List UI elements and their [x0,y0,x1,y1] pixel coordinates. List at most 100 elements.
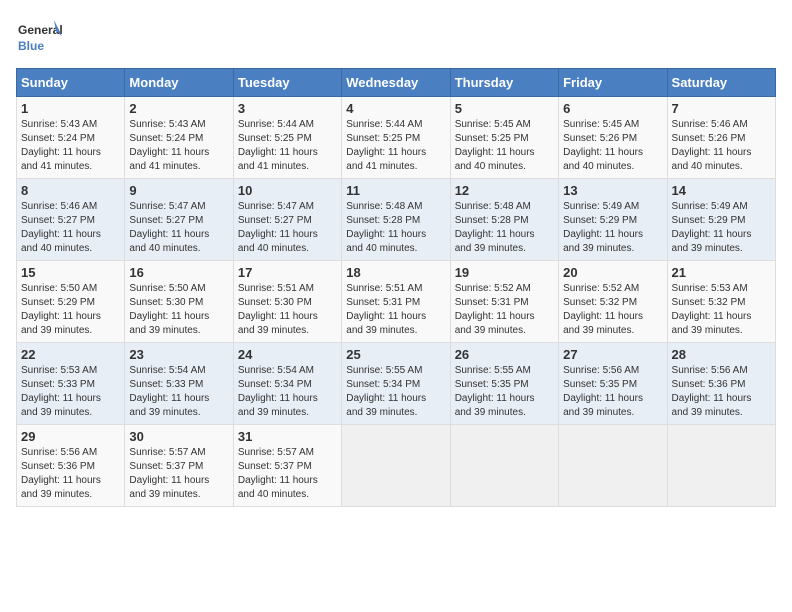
calendar-day-24: 24 Sunrise: 5:54 AMSunset: 5:34 PMDaylig… [233,343,341,425]
day-info: Sunrise: 5:50 AMSunset: 5:29 PMDaylight:… [21,283,101,336]
day-info: Sunrise: 5:54 AMSunset: 5:33 PMDaylight:… [129,365,209,418]
day-info: Sunrise: 5:46 AMSunset: 5:27 PMDaylight:… [21,201,101,254]
day-number: 30 [129,429,228,444]
day-info: Sunrise: 5:49 AMSunset: 5:29 PMDaylight:… [563,201,643,254]
day-info: Sunrise: 5:43 AMSunset: 5:24 PMDaylight:… [21,119,101,172]
calendar-day-14: 14 Sunrise: 5:49 AMSunset: 5:29 PMDaylig… [667,179,775,261]
calendar-day-13: 13 Sunrise: 5:49 AMSunset: 5:29 PMDaylig… [559,179,667,261]
day-number: 9 [129,183,228,198]
calendar-body: 1 Sunrise: 5:43 AMSunset: 5:24 PMDayligh… [17,97,776,507]
day-info: Sunrise: 5:56 AMSunset: 5:35 PMDaylight:… [563,365,643,418]
day-info: Sunrise: 5:48 AMSunset: 5:28 PMDaylight:… [455,201,535,254]
day-number: 17 [238,265,337,280]
calendar-day-11: 11 Sunrise: 5:48 AMSunset: 5:28 PMDaylig… [342,179,450,261]
day-number: 19 [455,265,554,280]
calendar-day-10: 10 Sunrise: 5:47 AMSunset: 5:27 PMDaylig… [233,179,341,261]
weekday-header-monday: Monday [125,69,233,97]
day-info: Sunrise: 5:48 AMSunset: 5:28 PMDaylight:… [346,201,426,254]
day-number: 15 [21,265,120,280]
day-number: 5 [455,101,554,116]
day-info: Sunrise: 5:57 AMSunset: 5:37 PMDaylight:… [238,447,318,500]
calendar-day-18: 18 Sunrise: 5:51 AMSunset: 5:31 PMDaylig… [342,261,450,343]
day-info: Sunrise: 5:51 AMSunset: 5:30 PMDaylight:… [238,283,318,336]
day-number: 3 [238,101,337,116]
day-info: Sunrise: 5:56 AMSunset: 5:36 PMDaylight:… [672,365,752,418]
calendar-day-19: 19 Sunrise: 5:52 AMSunset: 5:31 PMDaylig… [450,261,558,343]
day-number: 6 [563,101,662,116]
day-number: 8 [21,183,120,198]
day-info: Sunrise: 5:50 AMSunset: 5:30 PMDaylight:… [129,283,209,336]
calendar-day-31: 31 Sunrise: 5:57 AMSunset: 5:37 PMDaylig… [233,425,341,507]
day-info: Sunrise: 5:54 AMSunset: 5:34 PMDaylight:… [238,365,318,418]
calendar-week-2: 8 Sunrise: 5:46 AMSunset: 5:27 PMDayligh… [17,179,776,261]
calendar-day-29: 29 Sunrise: 5:56 AMSunset: 5:36 PMDaylig… [17,425,125,507]
day-info: Sunrise: 5:55 AMSunset: 5:34 PMDaylight:… [346,365,426,418]
calendar-day-28: 28 Sunrise: 5:56 AMSunset: 5:36 PMDaylig… [667,343,775,425]
calendar-week-3: 15 Sunrise: 5:50 AMSunset: 5:29 PMDaylig… [17,261,776,343]
day-info: Sunrise: 5:47 AMSunset: 5:27 PMDaylight:… [238,201,318,254]
calendar-day-26: 26 Sunrise: 5:55 AMSunset: 5:35 PMDaylig… [450,343,558,425]
day-info: Sunrise: 5:52 AMSunset: 5:32 PMDaylight:… [563,283,643,336]
header: General Blue [16,16,776,60]
calendar-day-17: 17 Sunrise: 5:51 AMSunset: 5:30 PMDaylig… [233,261,341,343]
weekday-header-tuesday: Tuesday [233,69,341,97]
calendar-day-23: 23 Sunrise: 5:54 AMSunset: 5:33 PMDaylig… [125,343,233,425]
day-info: Sunrise: 5:55 AMSunset: 5:35 PMDaylight:… [455,365,535,418]
calendar-day-6: 6 Sunrise: 5:45 AMSunset: 5:26 PMDayligh… [559,97,667,179]
day-number: 14 [672,183,771,198]
calendar-day-15: 15 Sunrise: 5:50 AMSunset: 5:29 PMDaylig… [17,261,125,343]
calendar-day-20: 20 Sunrise: 5:52 AMSunset: 5:32 PMDaylig… [559,261,667,343]
calendar-week-1: 1 Sunrise: 5:43 AMSunset: 5:24 PMDayligh… [17,97,776,179]
day-number: 31 [238,429,337,444]
day-number: 22 [21,347,120,362]
day-info: Sunrise: 5:45 AMSunset: 5:25 PMDaylight:… [455,119,535,172]
calendar-week-4: 22 Sunrise: 5:53 AMSunset: 5:33 PMDaylig… [17,343,776,425]
day-number: 7 [672,101,771,116]
day-info: Sunrise: 5:53 AMSunset: 5:32 PMDaylight:… [672,283,752,336]
day-info: Sunrise: 5:44 AMSunset: 5:25 PMDaylight:… [346,119,426,172]
day-number: 27 [563,347,662,362]
calendar-day-3: 3 Sunrise: 5:44 AMSunset: 5:25 PMDayligh… [233,97,341,179]
calendar-day-21: 21 Sunrise: 5:53 AMSunset: 5:32 PMDaylig… [667,261,775,343]
empty-cell [342,425,450,507]
calendar-day-8: 8 Sunrise: 5:46 AMSunset: 5:27 PMDayligh… [17,179,125,261]
calendar-day-30: 30 Sunrise: 5:57 AMSunset: 5:37 PMDaylig… [125,425,233,507]
logo-icon: General Blue [16,16,66,60]
day-number: 21 [672,265,771,280]
day-info: Sunrise: 5:49 AMSunset: 5:29 PMDaylight:… [672,201,752,254]
weekday-header-thursday: Thursday [450,69,558,97]
calendar-day-1: 1 Sunrise: 5:43 AMSunset: 5:24 PMDayligh… [17,97,125,179]
weekday-row: SundayMondayTuesdayWednesdayThursdayFrid… [17,69,776,97]
calendar-day-27: 27 Sunrise: 5:56 AMSunset: 5:35 PMDaylig… [559,343,667,425]
weekday-header-friday: Friday [559,69,667,97]
calendar-day-16: 16 Sunrise: 5:50 AMSunset: 5:30 PMDaylig… [125,261,233,343]
day-number: 18 [346,265,445,280]
day-number: 10 [238,183,337,198]
empty-cell [667,425,775,507]
day-number: 28 [672,347,771,362]
svg-text:Blue: Blue [18,39,44,53]
day-number: 29 [21,429,120,444]
day-number: 4 [346,101,445,116]
day-info: Sunrise: 5:47 AMSunset: 5:27 PMDaylight:… [129,201,209,254]
day-info: Sunrise: 5:44 AMSunset: 5:25 PMDaylight:… [238,119,318,172]
day-number: 25 [346,347,445,362]
calendar-week-5: 29 Sunrise: 5:56 AMSunset: 5:36 PMDaylig… [17,425,776,507]
day-info: Sunrise: 5:51 AMSunset: 5:31 PMDaylight:… [346,283,426,336]
calendar-day-12: 12 Sunrise: 5:48 AMSunset: 5:28 PMDaylig… [450,179,558,261]
day-number: 16 [129,265,228,280]
day-number: 26 [455,347,554,362]
day-info: Sunrise: 5:52 AMSunset: 5:31 PMDaylight:… [455,283,535,336]
logo: General Blue [16,16,66,60]
day-number: 24 [238,347,337,362]
day-number: 20 [563,265,662,280]
calendar-header: SundayMondayTuesdayWednesdayThursdayFrid… [17,69,776,97]
day-info: Sunrise: 5:45 AMSunset: 5:26 PMDaylight:… [563,119,643,172]
empty-cell [559,425,667,507]
calendar-day-4: 4 Sunrise: 5:44 AMSunset: 5:25 PMDayligh… [342,97,450,179]
calendar-table: SundayMondayTuesdayWednesdayThursdayFrid… [16,68,776,507]
empty-cell [450,425,558,507]
day-info: Sunrise: 5:56 AMSunset: 5:36 PMDaylight:… [21,447,101,500]
day-number: 2 [129,101,228,116]
calendar-day-25: 25 Sunrise: 5:55 AMSunset: 5:34 PMDaylig… [342,343,450,425]
